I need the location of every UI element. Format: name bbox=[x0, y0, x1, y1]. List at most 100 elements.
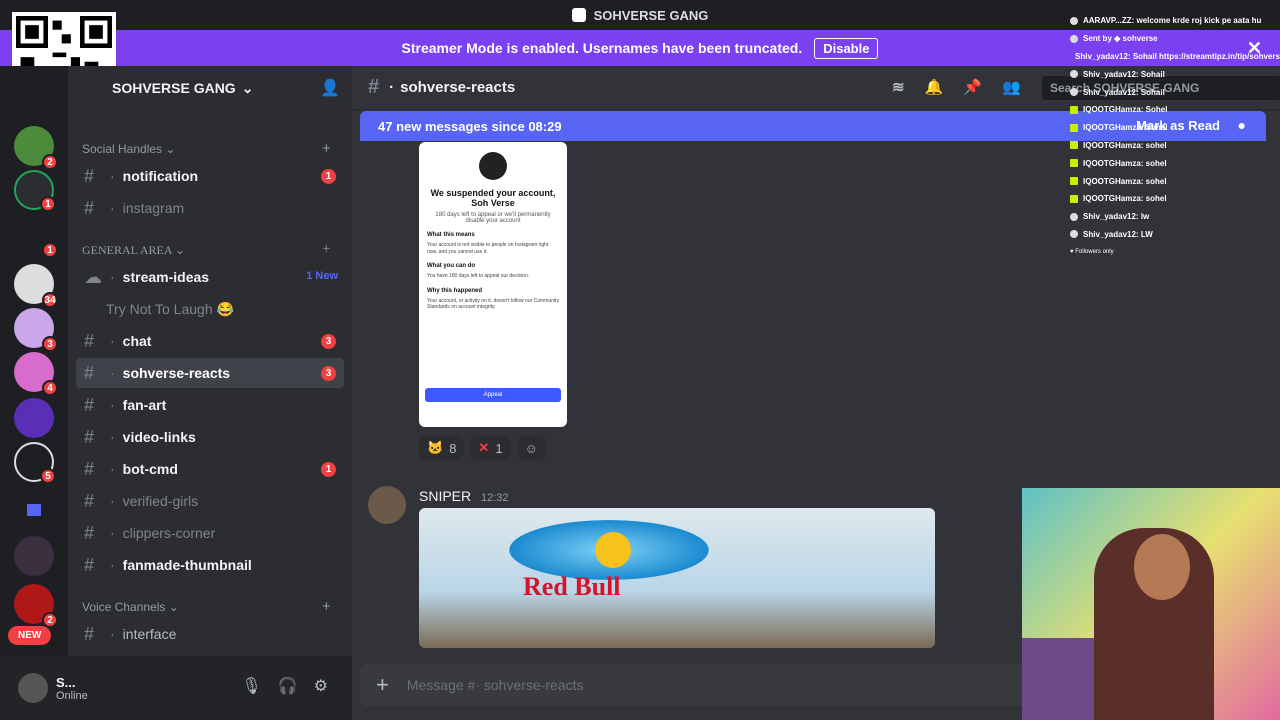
channel-label: chat bbox=[122, 333, 152, 349]
category-label: Voice Channels bbox=[82, 600, 166, 614]
hash-icon: # bbox=[84, 554, 95, 575]
video-embed[interactable]: Red Bull bbox=[419, 508, 935, 648]
new-messages-text: 47 new messages since 08:29 bbox=[378, 118, 562, 134]
invite-people-icon[interactable]: 👤 bbox=[320, 78, 340, 98]
overlay-chat-row: Shiv_yadav12: Sohail bbox=[1070, 65, 1280, 83]
hash-icon: # bbox=[84, 522, 95, 543]
bell-icon[interactable]: 🔔 bbox=[925, 78, 944, 96]
chat-text: ♥ Followers only bbox=[1070, 249, 1114, 256]
category-general[interactable]: GENERAL AREA ⌄ + bbox=[82, 241, 330, 258]
reaction-count: 8 bbox=[449, 440, 457, 456]
thread-label: Try Not To Laugh 😂 bbox=[106, 300, 234, 317]
channel-sidebar: SOHVERSE GANG ⌄ 👤 Social Handles ⌄ + # · … bbox=[68, 66, 352, 656]
server-icon-dark[interactable] bbox=[14, 536, 54, 576]
streamer-banner-text: Streamer Mode is enabled. Usernames have… bbox=[401, 40, 803, 56]
hash-icon: # bbox=[84, 330, 95, 351]
add-attachment-icon[interactable]: + bbox=[376, 672, 389, 698]
message-input[interactable]: Message #· sohverse-reacts bbox=[407, 677, 584, 693]
channel-instagram[interactable]: # · instagram bbox=[76, 193, 344, 223]
new-tag: 1 New bbox=[306, 270, 338, 282]
channel-label: sohverse-reacts bbox=[122, 365, 231, 381]
user-icon bbox=[1070, 16, 1078, 25]
gear-icon[interactable]: ⚙ bbox=[314, 676, 328, 696]
add-reaction-button[interactable]: ☺ bbox=[516, 436, 546, 460]
pin-icon[interactable]: 📌 bbox=[963, 78, 982, 96]
chat-text: Shiv_yadav12: Sohail bbox=[1083, 87, 1165, 97]
server-icon-logo[interactable]: 5 bbox=[14, 442, 56, 484]
channel-notification[interactable]: # · notification 1 bbox=[76, 161, 344, 191]
hash-icon: # bbox=[84, 165, 95, 186]
avatar[interactable] bbox=[18, 673, 48, 703]
user-icon bbox=[1070, 34, 1078, 43]
channel-verified-girls[interactable]: # · verified-girls bbox=[76, 486, 344, 516]
channel-chat[interactable]: # · chat 3 bbox=[76, 326, 344, 356]
guild-header[interactable]: SOHVERSE GANG ⌄ 👤 bbox=[68, 66, 352, 110]
section-text: Your account, or activity on it, doesn't… bbox=[427, 297, 559, 311]
server-badge: 5 bbox=[40, 468, 56, 484]
overlay-chat-row: IQOOTGHamza: sohel bbox=[1070, 172, 1280, 190]
hash-icon: # bbox=[84, 197, 95, 218]
server-badge: 1 bbox=[40, 196, 56, 212]
mention-badge: 3 bbox=[321, 366, 336, 381]
add-channel-icon[interactable]: + bbox=[322, 140, 331, 157]
reaction-cat[interactable]: 🐱 8 bbox=[419, 436, 465, 460]
channel-label: stream-ideas bbox=[122, 269, 210, 285]
channel-label: notification bbox=[122, 168, 199, 184]
threads-icon[interactable]: ≋ bbox=[892, 78, 905, 96]
mention-badge: 1 bbox=[321, 462, 336, 477]
message-author[interactable]: SNIPER bbox=[419, 488, 471, 504]
channel-clippers-corner[interactable]: # · clippers-corner bbox=[76, 518, 344, 548]
add-channel-icon[interactable]: + bbox=[322, 241, 330, 258]
channel-sohverse-reacts[interactable]: # · sohverse-reacts 3 bbox=[76, 358, 344, 388]
channel-video-links[interactable]: # · video-links bbox=[76, 422, 344, 452]
channel-label: clippers-corner bbox=[122, 525, 216, 541]
channel-bot-cmd[interactable]: # · bot-cmd 1 bbox=[76, 454, 344, 484]
disable-streamer-button[interactable]: Disable bbox=[814, 37, 879, 59]
emoji-icon: ☺ bbox=[524, 440, 538, 456]
attached-screenshot[interactable]: We suspended your account, Soh Verse 180… bbox=[419, 142, 567, 427]
reactions: 🐱 8 ✕ 1 ☺ bbox=[419, 436, 546, 460]
user-status: Online bbox=[56, 689, 88, 702]
add-server-icon[interactable]: 1 bbox=[14, 170, 56, 212]
server-list: 2 1 1 34 3 4 5 2 NEW bbox=[0, 66, 68, 656]
chat-text: IQOOTGHamza: sohel bbox=[1083, 176, 1167, 186]
server-icon-person[interactable] bbox=[14, 398, 54, 438]
channel-fan-art[interactable]: # · fan-art bbox=[76, 390, 344, 420]
section-text: Your account is not visible to people on… bbox=[427, 242, 549, 255]
avatar[interactable] bbox=[368, 486, 406, 524]
microphone-icon[interactable]: 🎙 bbox=[241, 676, 261, 696]
user-icon bbox=[1070, 88, 1078, 97]
server-icon-34[interactable]: 34 bbox=[14, 264, 58, 308]
channel-label: bot-cmd bbox=[122, 461, 178, 477]
user-panel: S... Online 🎙 🎧 ⚙ bbox=[0, 656, 352, 720]
channel-interface[interactable]: # · interface bbox=[76, 619, 344, 649]
server-badge: 4 bbox=[42, 380, 58, 396]
window-title: SOHVERSE GANG bbox=[593, 7, 709, 23]
chat-text: IQOOTGHamza: Sohel bbox=[1083, 105, 1168, 115]
server-icon-blue[interactable]: 1 bbox=[14, 214, 58, 258]
section-text: You have 180 days left to appeal our dec… bbox=[427, 273, 530, 279]
thread-item[interactable]: Try Not To Laugh 😂 bbox=[76, 294, 344, 324]
hash-icon: # bbox=[84, 490, 95, 511]
server-icon-turtle[interactable]: 2 bbox=[14, 126, 58, 170]
overlay-chat-row: AARAVP...ZZ: welcome krde roj kick pe aa… bbox=[1070, 12, 1280, 30]
server-badge: 2 bbox=[42, 154, 58, 170]
channel-fanmade-thumbnail[interactable]: # · fanmade-thumbnail bbox=[76, 550, 344, 580]
server-icon-red[interactable]: 2 bbox=[14, 584, 58, 628]
add-channel-icon[interactable]: + bbox=[322, 598, 331, 615]
headphones-icon[interactable]: 🎧 bbox=[278, 676, 298, 696]
category-voice[interactable]: Voice Channels ⌄ + bbox=[82, 598, 331, 615]
channel-stream-ideas[interactable]: ☁ · stream-ideas 1 New bbox=[76, 262, 344, 292]
username: S... bbox=[56, 674, 76, 690]
chat-text: Sent by ◆ sohverse bbox=[1083, 34, 1158, 44]
chat-text: AARAVP...ZZ: welcome krde roj kick pe aa… bbox=[1083, 16, 1262, 26]
folder-icon[interactable] bbox=[14, 490, 54, 530]
webcam-feed bbox=[1022, 488, 1280, 720]
hash-icon: # bbox=[368, 76, 380, 98]
reaction-x[interactable]: ✕ 1 bbox=[470, 436, 511, 460]
server-icon-3[interactable]: 3 bbox=[14, 308, 58, 352]
members-icon[interactable]: 👥 bbox=[1002, 78, 1021, 96]
reaction-emoji: 🐱 bbox=[427, 440, 444, 455]
category-social[interactable]: Social Handles ⌄ + bbox=[82, 140, 331, 157]
server-icon-4[interactable]: 4 bbox=[14, 352, 58, 396]
